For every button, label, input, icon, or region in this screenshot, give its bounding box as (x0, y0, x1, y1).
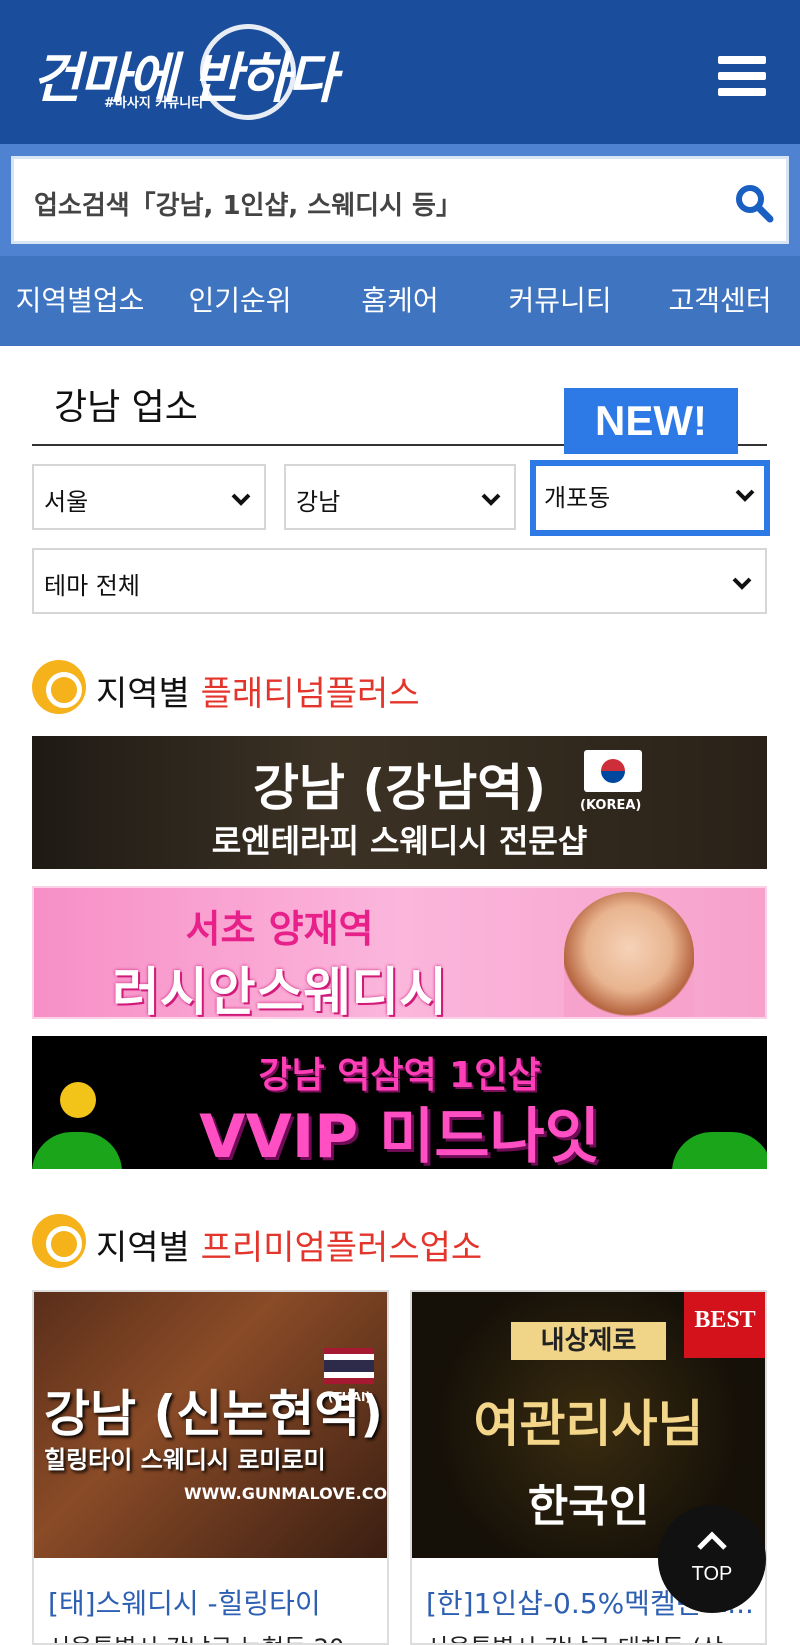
shop-card-address: 서울특별시 강남구 논현동 20 (48, 1628, 344, 1643)
search-input[interactable]: 업소검색「강남, 1인샵, 스웨디시 등」 (11, 156, 789, 244)
nav-item-region[interactable]: 지역별업소 (0, 256, 160, 346)
shop-card-title[interactable]: [태]스웨디시 -힐링타이 (48, 1582, 378, 1622)
card-image-headline: 강남 (신논현역) (44, 1385, 384, 1443)
shop-card-address: 서울특별시 강남구 대치동 (상 (426, 1628, 723, 1643)
thailand-flag-icon (324, 1348, 374, 1384)
premium-section-heading: 지역별 프리미엄플러스업소 (32, 1212, 532, 1268)
korea-flag-icon (584, 750, 642, 792)
hamburger-menu-icon[interactable] (718, 56, 768, 96)
nav-item-support[interactable]: 고객센터 (640, 256, 800, 346)
card-image-url: WWW.GUNMALOVE.COM (184, 1484, 389, 1503)
banner-yeoksam-vvip[interactable]: 강남 역삼역 1인샵 VVIP 미드나잇 (32, 1036, 767, 1169)
nav-item-community[interactable]: 커뮤니티 (480, 256, 640, 346)
shop-card[interactable]: 강남 (신논현역) 힐링타이 스웨디시 로미로미 (THAI) WWW.GUNM… (32, 1290, 389, 1645)
banner-seocho-russian[interactable]: 서초 양재역 러시안스웨디시 (32, 886, 767, 1019)
chevron-down-icon (231, 493, 251, 506)
search-icon[interactable] (734, 183, 774, 223)
logo-subtext: #마사지 커뮤니티 (104, 96, 204, 111)
platinum-section-heading: 지역별 플래티넘플러스 (32, 658, 532, 714)
best-badge: BEST (684, 1292, 765, 1358)
district-select-value: 강남 (296, 488, 341, 516)
banner-subline: VVIP 미드나잇 (199, 1102, 600, 1169)
new-badge: NEW! (564, 388, 738, 454)
chevron-down-icon (732, 577, 752, 590)
premium-heading-prefix: 지역별 (96, 1228, 190, 1268)
dong-select[interactable]: 개포동 (530, 460, 770, 536)
nav-item-ranking[interactable]: 인기순위 (160, 256, 320, 346)
banner-gangnam-roentherapy[interactable]: 강남 (강남역) 로엔테라피 스웨디시 전문샵 (KOREA) (32, 736, 767, 869)
banner-subline: 로엔테라피 스웨디시 전문샵 (211, 822, 588, 860)
platinum-heading-prefix: 지역별 (96, 674, 190, 714)
sunglasses-emoji-icon (60, 1082, 96, 1118)
banner-headline: 서초 양재역 (185, 907, 374, 951)
scroll-to-top-label: TOP (691, 1563, 733, 1585)
card-image-subline: 힐링타이 스웨디시 로미로미 (44, 1446, 326, 1474)
site-logo[interactable]: 건마에 반하다 #마사지 커뮤니티 (32, 24, 392, 124)
district-select[interactable]: 강남 (284, 464, 516, 530)
model-portrait-image (564, 892, 694, 1017)
card-image-headline: 여관리사님 (473, 1395, 704, 1453)
search-placeholder: 업소검색「강남, 1인샵, 스웨디시 등」 (34, 191, 462, 221)
main-nav: 지역별업소 인기순위 홈케어 커뮤니티 고객센터 (0, 256, 800, 346)
chevron-up-icon (697, 1531, 727, 1550)
city-select-value: 서울 (44, 488, 89, 516)
premium-heading-highlight: 프리미엄플러스업소 (200, 1228, 483, 1268)
banner-country-tag: (KOREA) (580, 798, 642, 813)
theme-select-value: 테마 전체 (44, 572, 140, 600)
city-select[interactable]: 서울 (32, 464, 266, 530)
nav-item-homecare[interactable]: 홈케어 (320, 256, 480, 346)
dong-select-value: 개포동 (544, 484, 611, 512)
platinum-heading-highlight: 플래티넘플러스 (200, 674, 420, 714)
chevron-down-icon (481, 493, 501, 506)
shop-card-image: 강남 (신논현역) 힐링타이 스웨디시 로미로미 (THAI) WWW.GUNM… (34, 1292, 387, 1558)
section-badge-icon (32, 660, 86, 714)
section-badge-icon (32, 1214, 86, 1268)
card-image-ribbon: 내상제로 (510, 1322, 667, 1360)
banner-headline: 강남 (강남역) (252, 759, 547, 817)
search-bar: 업소검색「강남, 1인샵, 스웨디시 등」 (0, 144, 800, 256)
card-image-country-tag: (THAI) (328, 1390, 371, 1404)
header: 건마에 반하다 #마사지 커뮤니티 (0, 0, 800, 144)
chevron-down-icon (735, 489, 755, 502)
theme-select[interactable]: 테마 전체 (32, 548, 767, 614)
banner-subline: 러시안스웨디시 (112, 963, 447, 1019)
scroll-to-top-button[interactable]: TOP (658, 1505, 766, 1613)
